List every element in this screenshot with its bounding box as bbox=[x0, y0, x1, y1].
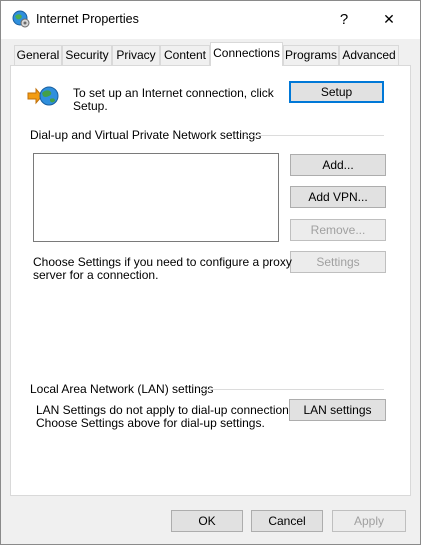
proxy-description-line2: server for a connection. bbox=[33, 268, 159, 282]
tab-security[interactable]: Security bbox=[62, 45, 112, 65]
setup-description-line2: Setup. bbox=[73, 99, 108, 113]
close-button[interactable]: ✕ bbox=[367, 1, 411, 38]
dialup-vpn-heading: Dial-up and Virtual Private Network sett… bbox=[30, 128, 262, 142]
tab-content[interactable]: Content bbox=[160, 45, 210, 65]
tab-general[interactable]: General bbox=[14, 45, 62, 65]
remove-button[interactable]: Remove... bbox=[290, 219, 386, 241]
add-vpn-button[interactable]: Add VPN... bbox=[290, 186, 386, 208]
window-title: Internet Properties bbox=[36, 12, 139, 26]
lan-group-divider bbox=[200, 389, 384, 390]
cancel-button[interactable]: Cancel bbox=[251, 510, 323, 532]
ok-button[interactable]: OK bbox=[171, 510, 243, 532]
globe-settings-icon bbox=[12, 10, 30, 28]
lan-description-line2: Choose Settings above for dial-up settin… bbox=[36, 416, 265, 430]
tab-connections[interactable]: Connections bbox=[210, 42, 283, 66]
setup-button[interactable]: Setup bbox=[289, 81, 384, 103]
lan-settings-heading: Local Area Network (LAN) settings bbox=[30, 382, 214, 396]
tab-privacy[interactable]: Privacy bbox=[112, 45, 160, 65]
tab-programs[interactable]: Programs bbox=[283, 45, 339, 65]
lan-settings-button[interactable]: LAN settings bbox=[289, 399, 386, 421]
connections-list[interactable] bbox=[33, 153, 279, 242]
add-button[interactable]: Add... bbox=[290, 154, 386, 176]
apply-button[interactable]: Apply bbox=[332, 510, 406, 532]
dialup-group-divider bbox=[244, 135, 384, 136]
tab-advanced[interactable]: Advanced bbox=[339, 45, 399, 65]
settings-button[interactable]: Settings bbox=[290, 251, 386, 273]
network-globe-icon bbox=[27, 84, 59, 108]
help-button[interactable]: ? bbox=[322, 1, 366, 38]
